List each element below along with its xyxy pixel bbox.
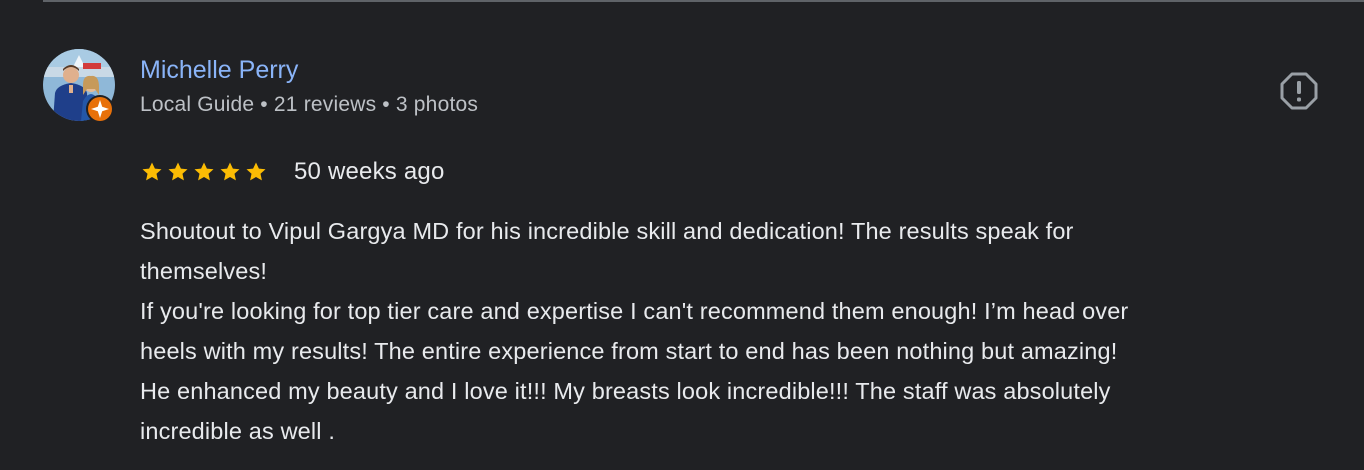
star-icon [244, 160, 268, 184]
report-review-button[interactable] [1277, 69, 1321, 113]
star-rating [140, 160, 268, 184]
local-guide-badge [86, 95, 114, 123]
review-line: incredible as well . [140, 418, 336, 444]
local-guide-star-icon [91, 100, 109, 118]
star-icon [218, 160, 242, 184]
star-icon [166, 160, 190, 184]
review-body: Shoutout to Vipul Gargya MD for his incr… [140, 211, 1345, 451]
report-flag-icon [1280, 72, 1318, 110]
review-line: themselves! [140, 258, 268, 284]
star-icon [192, 160, 216, 184]
star-icon [140, 160, 164, 184]
review-line: If you're looking for top tier care and … [140, 298, 1129, 324]
reviewer-meta[interactable]: Local Guide • 21 reviews • 3 photos [140, 91, 478, 119]
review-date: 50 weeks ago [294, 158, 445, 185]
section-divider [43, 0, 1364, 2]
review-line: heels with my results! The entire experi… [140, 338, 1118, 364]
review-line: Shoutout to Vipul Gargya MD for his incr… [140, 218, 1074, 244]
rating-row: 50 weeks ago [140, 156, 445, 188]
review-line: He enhanced my beauty and I love it!!! M… [140, 378, 1111, 404]
reviewer-name-link[interactable]: Michelle Perry [140, 54, 298, 86]
